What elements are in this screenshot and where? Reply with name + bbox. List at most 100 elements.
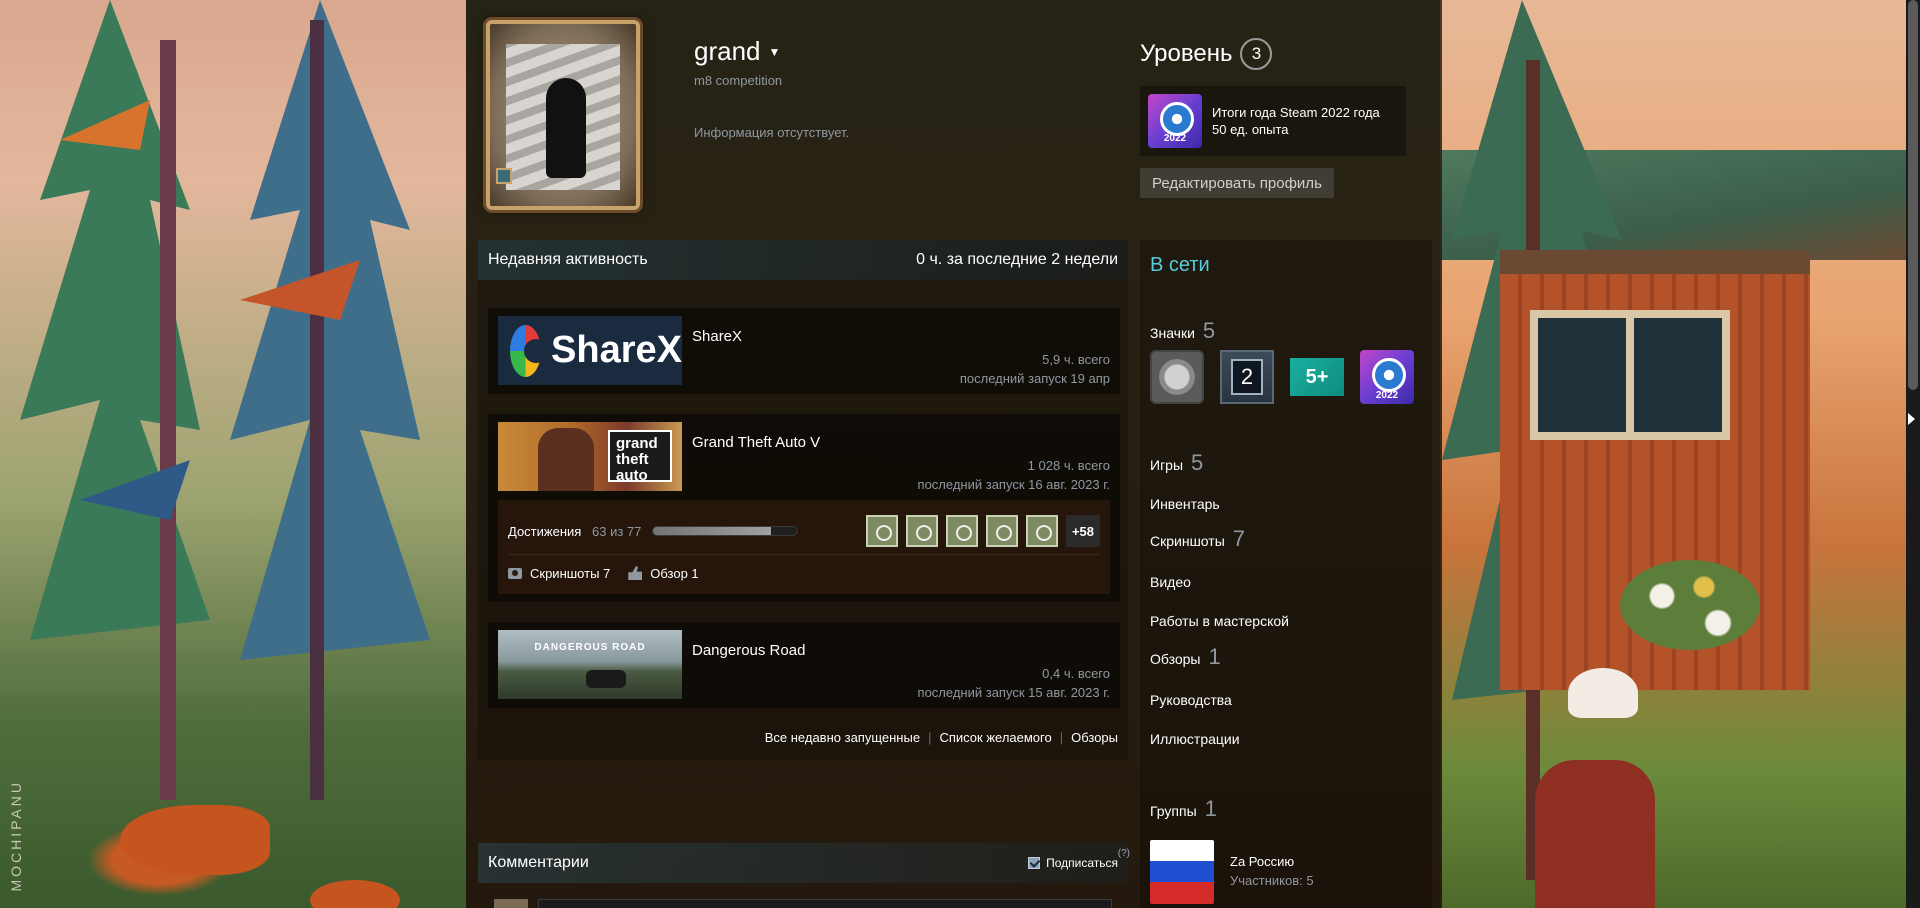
game-last-played: последний запуск 19 апр	[959, 371, 1110, 386]
recent-activity-footer: Все недавно запущенные | Список желаемог…	[765, 730, 1118, 745]
avatar-image	[506, 44, 620, 190]
sidebar-item-count: 1	[1204, 796, 1217, 821]
more-achievements-button[interactable]: +58	[1066, 515, 1100, 547]
achievement-tower-icon[interactable]	[946, 515, 978, 547]
game-name[interactable]: ShareX	[692, 328, 742, 345]
reviews-footer-link[interactable]: Обзоры	[1071, 730, 1118, 745]
achievement-heart-icon[interactable]	[1026, 515, 1058, 547]
capsule-text: DANGEROUS ROAD	[534, 642, 646, 653]
sidebar-item-games[interactable]: Игры 5	[1150, 450, 1203, 476]
game-total-hours: 1 028 ч. всего	[1027, 458, 1110, 473]
silver-coin-badge-icon[interactable]	[1150, 350, 1204, 404]
separator: |	[1059, 730, 1064, 745]
subscribe-checkbox[interactable]: Подписаться (?)	[1028, 848, 1130, 870]
caret-down-icon: ▼	[768, 44, 781, 59]
forest-trees-illustration	[20, 0, 430, 800]
car-illustration	[586, 670, 626, 688]
girl-hat-illustration	[1568, 668, 1638, 718]
fox-illustration	[120, 805, 270, 875]
recent-hours-summary: 0 ч. за последние 2 недели	[916, 251, 1118, 268]
game-stats: 0,4 ч. всего последний запуск 15 авг. 20…	[918, 664, 1110, 702]
camera-icon	[508, 567, 522, 579]
achievements-count: 63 из 77	[592, 523, 642, 539]
recent-game-sharex: ShareX ShareX 5,9 ч. всего последний зап…	[488, 308, 1120, 394]
achievements-label[interactable]: Достижения	[508, 524, 592, 539]
group-name[interactable]: Za Россию	[1230, 852, 1314, 871]
recent-game-dangerous-road: DANGEROUS ROAD Dangerous Road 0,4 ч. все…	[488, 622, 1120, 708]
game-last-played: последний запуск 16 авг. 2023 г.	[917, 477, 1110, 492]
group-item[interactable]: Za Россию Участников: 5	[1150, 840, 1314, 904]
sidebar-item-guides[interactable]: Руководства	[1150, 692, 1232, 708]
wishlist-link[interactable]: Список желаемого	[939, 730, 1051, 745]
persona-name-dropdown[interactable]: grand ▼	[694, 36, 780, 67]
achievement-clapper-icon[interactable]	[986, 515, 1018, 547]
gta-character-illustration	[538, 428, 594, 491]
capsule-text: ShareX	[551, 329, 682, 371]
sidebar-item-inventory[interactable]: Инвентарь	[1150, 496, 1220, 512]
screenshots-link[interactable]: Скриншоты 7	[508, 566, 610, 581]
sharex-logo-icon	[510, 324, 549, 377]
thumbs-up-icon	[628, 566, 643, 580]
games-owned-badge-icon[interactable]: 5+	[1290, 358, 1344, 396]
achievement-parachute-icon[interactable]	[866, 515, 898, 547]
recent-game-gta5: grand theft auto Grand Theft Auto V 1 02…	[488, 414, 1120, 602]
badge-year: 2022	[1375, 390, 1399, 401]
sidebar-item-screenshots[interactable]: Скриншоты 7	[1150, 526, 1245, 552]
sidebar-item-count: 7	[1232, 526, 1246, 551]
background-forest-left: MOCHIPANU	[0, 0, 466, 908]
avatar-figure	[546, 78, 586, 178]
group-avatar-russian-flag	[1150, 840, 1214, 904]
sidebar-item-count: 1	[1208, 644, 1221, 669]
persona-block: grand ▼ m8 competition	[694, 36, 782, 88]
comments-section: Комментарии Подписаться (?)	[478, 843, 1130, 908]
favorite-badge-title: Итоги года Steam 2022 года	[1212, 105, 1380, 120]
sidebar-item-videos[interactable]: Видео	[1150, 574, 1191, 590]
real-name: m8 competition	[694, 73, 783, 88]
edit-profile-button[interactable]: Редактировать профиль	[1140, 168, 1334, 198]
separator: |	[928, 730, 932, 745]
game-capsule-gta5[interactable]: grand theft auto	[498, 422, 682, 491]
favorite-badge[interactable]: 2022 Итоги года Steam 2022 года 50 ед. о…	[1140, 86, 1406, 156]
page-scrollbar[interactable]	[1906, 0, 1920, 908]
flower-basket-illustration	[1620, 560, 1760, 650]
profile-summary: Информация отсутствует.	[694, 125, 850, 140]
sidebar-item-label: Игры	[1150, 457, 1184, 473]
sidebar-content: 2 5+ 2022 Игры 5 Инвентарь Скриншоты 7 В…	[1140, 240, 1432, 908]
sidebar-item-label: Скриншоты	[1150, 533, 1225, 549]
game-total-hours: 0,4 ч. всего	[1042, 666, 1110, 681]
comments-header: Комментарии Подписаться (?)	[478, 843, 1130, 883]
all-recent-games-link[interactable]: Все недавно запущенные	[765, 730, 920, 745]
game-capsule-dangerous-road[interactable]: DANGEROUS ROAD	[498, 630, 682, 699]
achievements-progress-fill	[653, 527, 771, 535]
years-of-service-badge-icon[interactable]: 2	[1220, 350, 1274, 404]
sidebar-item-reviews[interactable]: Обзоры 1	[1150, 644, 1221, 670]
game-last-played: последний запуск 15 авг. 2023 г.	[917, 685, 1110, 700]
sidebar-item-label: Обзоры	[1150, 651, 1201, 667]
review-link-label: Обзор 1	[650, 565, 699, 581]
achievement-globe-icon[interactable]	[906, 515, 938, 547]
review-link[interactable]: Обзор 1	[628, 565, 699, 581]
profile-avatar[interactable]	[486, 20, 640, 210]
sidebar-item-groups[interactable]: Группы 1	[1150, 796, 1217, 822]
checkbox-checked-icon	[1028, 857, 1041, 869]
favorite-badge-xp: 50 ед. опыта	[1212, 122, 1289, 137]
help-icon[interactable]: (?)	[1118, 848, 1130, 859]
badge-year: 2022	[1163, 133, 1187, 144]
level-badge[interactable]: 3	[1240, 38, 1273, 70]
game-name[interactable]: Grand Theft Auto V	[692, 434, 820, 451]
badge-showcase: 2 5+ 2022	[1150, 350, 1414, 404]
subscribe-label: Подписаться	[1046, 856, 1118, 870]
divider	[508, 554, 1100, 555]
comment-input[interactable]	[538, 899, 1112, 908]
sidebar-item-artwork[interactable]: Иллюстрации	[1150, 731, 1240, 747]
steam-replay-2022-badge-icon[interactable]: 2022	[1360, 350, 1414, 404]
avatar-frame-gem-icon	[496, 168, 512, 184]
commenter-avatar	[494, 899, 528, 908]
girl-illustration	[1535, 760, 1655, 908]
scrollbar-thumb[interactable]	[1908, 0, 1918, 390]
game-stats: 5,9 ч. всего последний запуск 19 апр	[960, 350, 1110, 388]
game-name[interactable]: Dangerous Road	[692, 642, 805, 659]
artist-signature: MOCHIPANU	[8, 780, 24, 892]
sidebar-item-workshop[interactable]: Работы в мастерской	[1150, 613, 1289, 629]
game-capsule-sharex[interactable]: ShareX	[498, 316, 682, 385]
